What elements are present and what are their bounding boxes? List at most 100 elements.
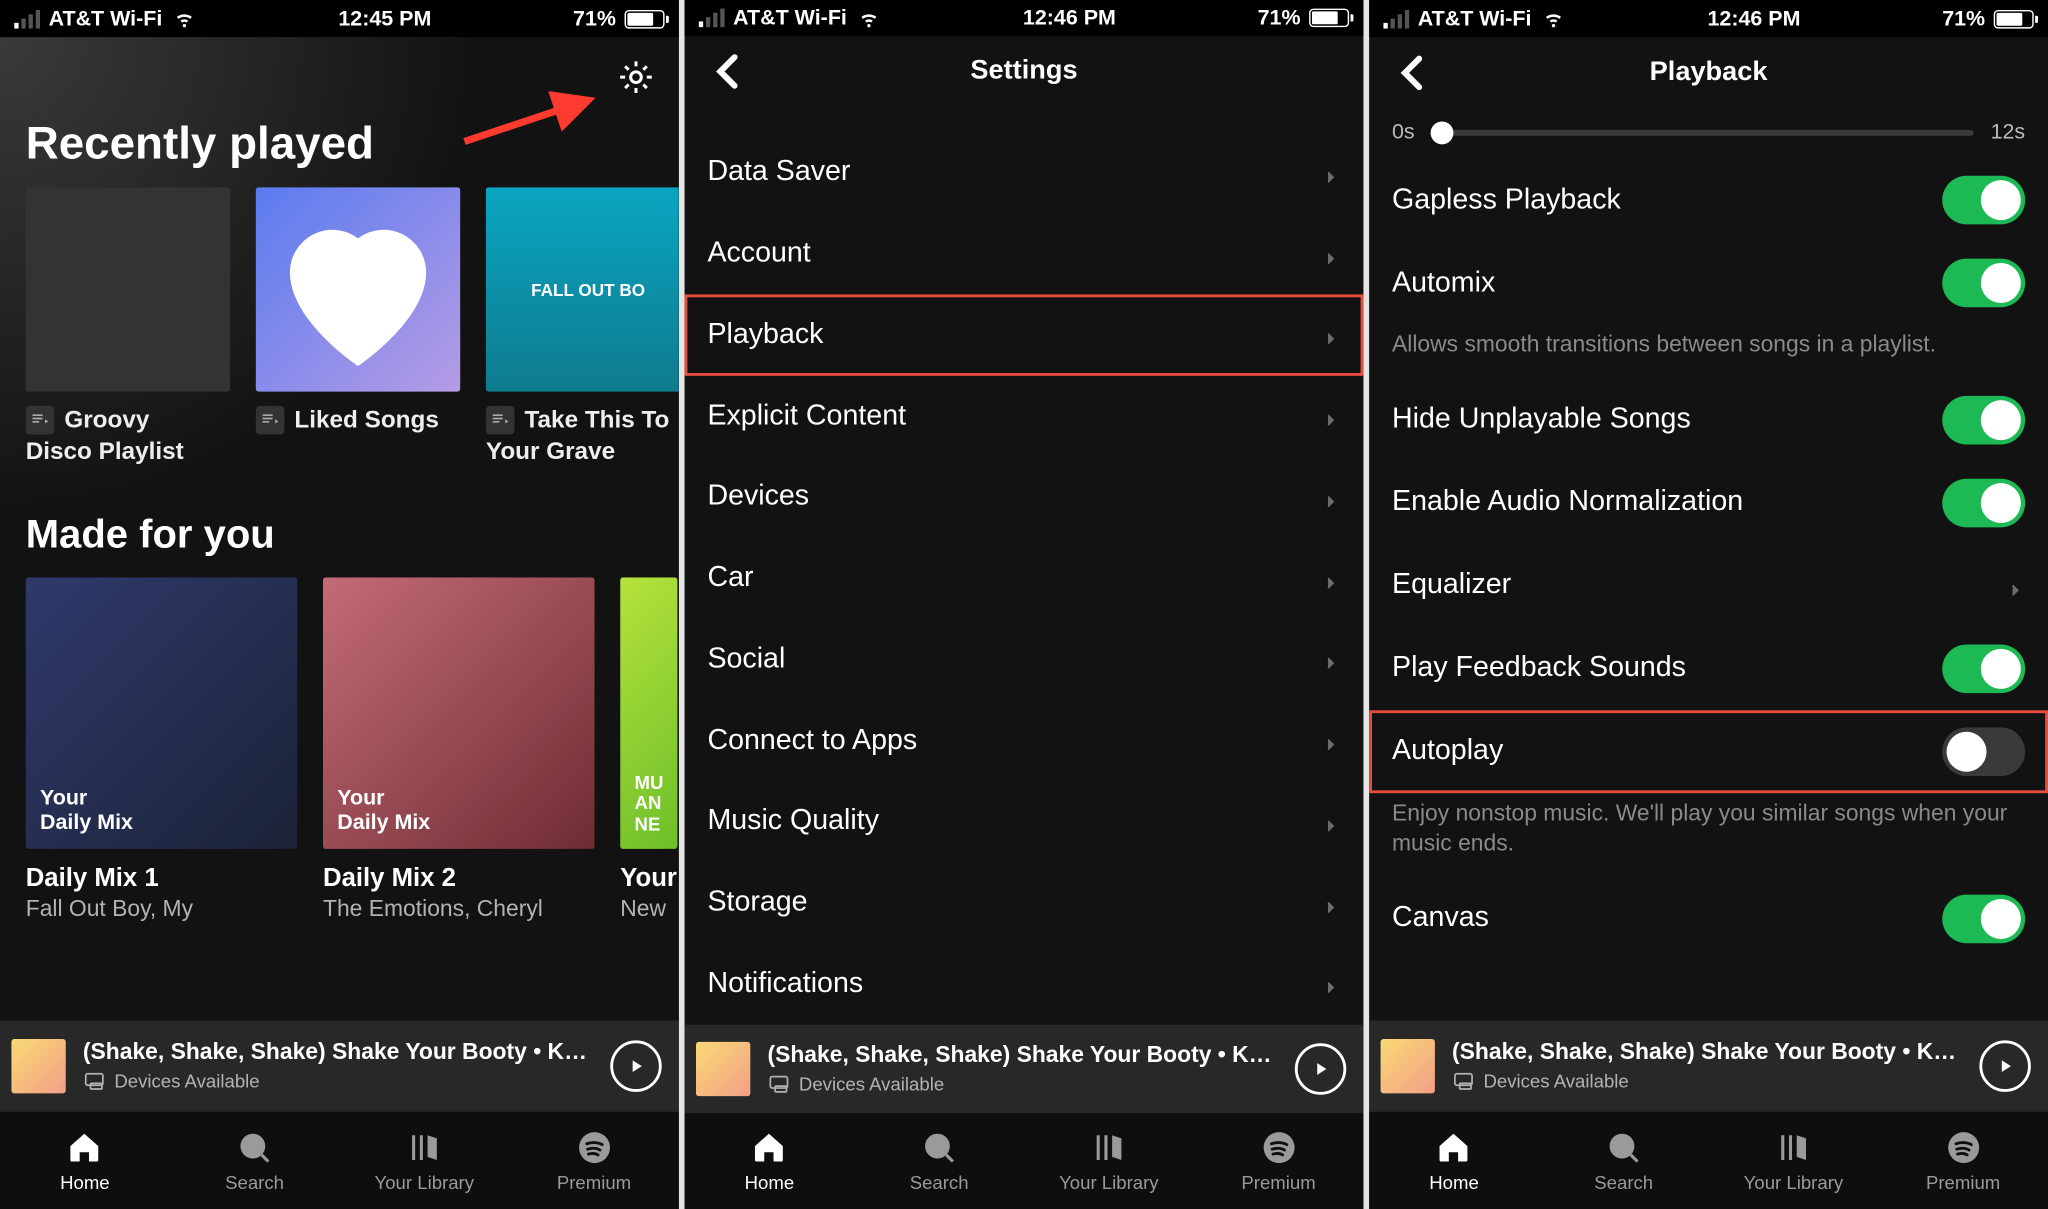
back-button[interactable] [699,36,756,107]
tab-premium[interactable]: Premium [509,1112,679,1209]
now-playing-art [696,1042,750,1096]
playback-list: 0s 12s Gapless PlaybackAutomixAllows smo… [1369,109,2048,1021]
tab-home[interactable]: Home [0,1112,170,1209]
chevron-right-icon [2005,575,2025,595]
tab-bar: HomeSearchYour LibraryPremium [0,1112,679,1209]
tab-search[interactable]: Search [854,1114,1024,1209]
screen-playback: AT&T Wi-Fi 12:46 PM 71% Playback 0s 12s … [1369,0,2048,1209]
back-button[interactable] [1383,37,1440,108]
shelf-made-for-you: YourDaily Mix Daily Mix 1 Fall Out Boy, … [0,577,679,923]
settings-item-social[interactable]: Social [685,619,1364,700]
battery-icon [1994,9,2034,28]
now-playing-bar[interactable]: (Shake, Shake, Shake) Shake Your Booty •… [685,1024,1364,1114]
now-playing-art [1381,1039,1435,1093]
settings-item-playback[interactable]: Playback [685,294,1364,375]
tab-your library[interactable]: Your Library [1709,1112,1879,1209]
tile-truncated[interactable]: MUANNE Your New [620,577,677,923]
tile-daily-mix-2[interactable]: YourDaily Mix Daily Mix 2 The Emotions, … [323,577,595,923]
crossfade-slider[interactable]: 0s 12s [1369,109,2048,159]
battery-percent: 71% [1942,6,1985,30]
tab-search[interactable]: Search [1539,1112,1709,1209]
status-bar: AT&T Wi-Fi 12:46 PM 71% [1369,0,2048,37]
chevron-right-icon [1321,974,1341,994]
signal-bars-icon [1383,9,1409,28]
status-bar: AT&T Wi-Fi 12:45 PM 71% [0,0,679,37]
tab-bar: HomeSearchYour LibraryPremium [1369,1112,2048,1209]
gear-icon[interactable] [616,57,656,97]
devices-available[interactable]: Devices Available [767,1069,1277,1095]
tab-home[interactable]: Home [1369,1112,1539,1209]
status-bar: AT&T Wi-Fi 12:46 PM 71% [685,0,1364,36]
toggle[interactable] [1942,395,2025,444]
playback-row-hide unplayable songs[interactable]: Hide Unplayable Songs [1369,378,2048,461]
chevron-right-icon [1321,730,1341,750]
toggle[interactable] [1942,894,2025,943]
settings-item-music quality[interactable]: Music Quality [685,781,1364,862]
settings-item-devices[interactable]: Devices [685,457,1364,538]
chevron-right-icon [1321,244,1341,264]
playback-row-autoplay[interactable]: Autoplay [1369,710,2048,793]
play-button[interactable] [610,1040,661,1091]
carrier-label: AT&T Wi-Fi [733,6,847,30]
battery-percent: 71% [1258,6,1301,30]
settings-item-explicit content[interactable]: Explicit Content [685,375,1364,456]
playback-row-gapless playback[interactable]: Gapless Playback [1369,159,2048,242]
toggle[interactable] [1942,259,2025,308]
row-description: Allows smooth transitions between songs … [1369,324,2048,378]
signal-bars-icon [699,9,725,28]
play-button[interactable] [1979,1040,2030,1091]
chevron-right-icon [1321,325,1341,345]
playlist-badge-icon [486,406,515,435]
tile-daily-mix-1[interactable]: YourDaily Mix Daily Mix 1 Fall Out Boy, … [26,577,298,923]
battery-icon [625,9,665,28]
row-description: Enjoy nonstop music. We'll play you simi… [1369,793,2048,878]
playlist-badge-icon [26,406,55,435]
tab-your library[interactable]: Your Library [339,1112,509,1209]
settings-item-storage[interactable]: Storage [685,862,1364,943]
screen-home: AT&T Wi-Fi 12:45 PM 71% Recently played … [0,0,679,1209]
playback-row-enable audio normalization[interactable]: Enable Audio Normalization [1369,461,2048,544]
settings-item-connect to apps[interactable]: Connect to Apps [685,700,1364,781]
tile-liked-songs[interactable]: Liked Songs [256,187,460,466]
chevron-right-icon [1321,406,1341,426]
devices-available[interactable]: Devices Available [1452,1066,1962,1092]
playback-row-play feedback sounds[interactable]: Play Feedback Sounds [1369,627,2048,710]
tab-search[interactable]: Search [170,1112,340,1209]
chevron-right-icon [1321,163,1341,183]
tab-your library[interactable]: Your Library [1024,1114,1194,1209]
now-playing-bar[interactable]: (Shake, Shake, Shake) Shake Your Booty •… [0,1020,679,1111]
tab-home[interactable]: Home [685,1114,855,1209]
toggle[interactable] [1942,478,2025,527]
devices-available[interactable]: Devices Available [83,1066,593,1092]
header: Settings [685,36,1364,106]
chevron-right-icon [1321,487,1341,507]
settings-item-notifications[interactable]: Notifications [685,943,1364,1024]
tile-album[interactable]: FALL OUT BO Take This To Your Grave [486,187,679,466]
settings-item-car[interactable]: Car [685,538,1364,619]
tab-premium[interactable]: Premium [1194,1114,1364,1209]
play-button[interactable] [1295,1043,1346,1094]
playback-row-equalizer[interactable]: Equalizer [1369,544,2048,627]
toggle[interactable] [1942,176,2025,225]
status-time: 12:46 PM [1023,6,1116,30]
carrier-label: AT&T Wi-Fi [1418,6,1532,30]
now-playing-title: (Shake, Shake, Shake) Shake Your Booty •… [1452,1040,1962,1066]
wifi-icon [1540,9,1566,29]
toggle[interactable] [1942,644,2025,693]
battery-icon [1309,9,1349,28]
now-playing-title: (Shake, Shake, Shake) Shake Your Booty •… [767,1043,1277,1069]
tab-bar: HomeSearchYour LibraryPremium [685,1114,1364,1209]
now-playing-bar[interactable]: (Shake, Shake, Shake) Shake Your Booty •… [1369,1020,2048,1111]
now-playing-title: (Shake, Shake, Shake) Shake Your Booty •… [83,1040,593,1066]
battery-percent: 71% [573,6,616,30]
playback-row-canvas[interactable]: Canvas [1369,877,2048,960]
page-title: Playback [1650,57,1768,88]
playback-row-automix[interactable]: Automix [1369,242,2048,325]
toggle[interactable] [1942,727,2025,776]
chevron-right-icon [1321,812,1341,832]
status-time: 12:46 PM [1708,6,1801,30]
tile-playlist[interactable]: Groovy Disco Playlist [26,187,230,466]
tab-premium[interactable]: Premium [1878,1112,2048,1209]
settings-item-data saver[interactable]: Data Saver [685,132,1364,213]
settings-item-account[interactable]: Account [685,213,1364,294]
